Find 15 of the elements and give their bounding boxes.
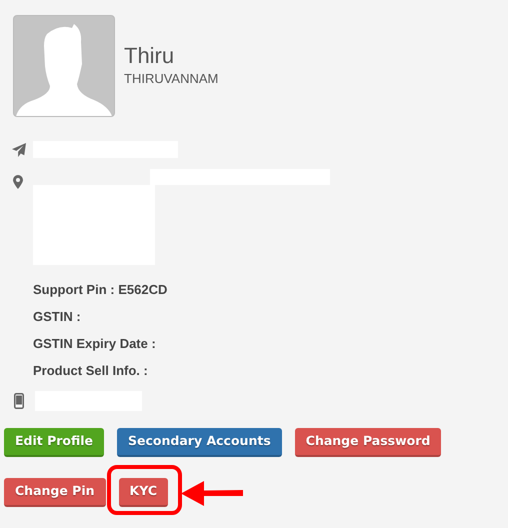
- info-line: Product Sell Info. :: [33, 362, 149, 379]
- action-button[interactable]: Change Password: [294, 428, 442, 457]
- profile-name: Thiru: [124, 43, 176, 70]
- send-icon: [12, 142, 26, 156]
- action-button[interactable]: KYC: [118, 478, 168, 507]
- action-button[interactable]: Change Pin: [4, 478, 106, 507]
- profile-city: THIRUVANNAM: [124, 70, 218, 88]
- action-button[interactable]: Secondary Accounts: [117, 428, 282, 457]
- info-line: GSTIN :: [33, 308, 82, 325]
- action-button[interactable]: Edit Profile: [4, 428, 104, 457]
- info-line: Support Pin : E562CD: [33, 281, 168, 298]
- pointer-arrow: [180, 481, 243, 506]
- phone-icon: [14, 393, 24, 409]
- info-line: GSTIN Expiry Date :: [33, 335, 157, 352]
- map-pin-icon: [13, 175, 23, 189]
